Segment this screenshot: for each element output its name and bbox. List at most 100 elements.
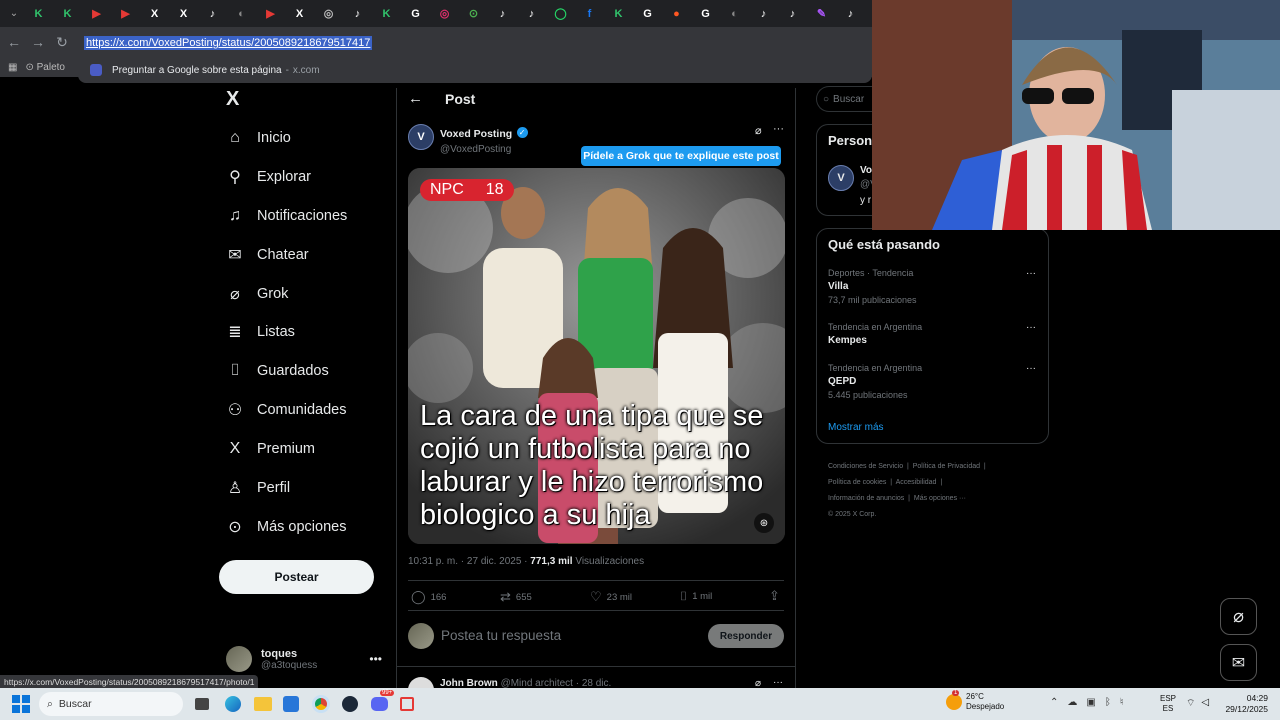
nav-item-perfil[interactable]: ♙ Perfil [226, 479, 290, 497]
forward-arrow-icon[interactable]: → [26, 30, 50, 54]
tray-bluetooth-icon[interactable]: ᛒ [1105, 697, 1111, 708]
footer-privacy[interactable]: Política de Privacidad [913, 463, 980, 470]
browser-tab-18[interactable]: ◯ [546, 4, 575, 24]
apps-grid-icon[interactable]: ▦ [8, 62, 17, 73]
reply-input[interactable]: Postea tu respuesta [441, 628, 561, 643]
browser-tab-3[interactable]: ▶ [111, 4, 140, 24]
nav-item-premium[interactable]: X Premium [226, 440, 315, 458]
post-more-icon[interactable]: ··· [773, 123, 784, 135]
account-switcher[interactable]: toques @a3toquess ••• [226, 644, 386, 674]
browser-tab-8[interactable]: ▶ [256, 4, 285, 24]
reply-button[interactable]: ◯ 166 [411, 589, 446, 605]
address-bar[interactable]: https://x.com/VoxedPosting/status/200508… [84, 33, 872, 53]
floating-grok-button[interactable]: ⌀ [1220, 598, 1257, 635]
network-volume[interactable]: ⌔ ◁ [1186, 697, 1209, 710]
nav-item-más-opciones[interactable]: ⊙ Más opciones [226, 518, 346, 536]
discord-icon[interactable]: 99+ [371, 690, 395, 711]
nav-item-inicio[interactable]: ⌂ Inicio [226, 129, 291, 147]
browser-tab-9[interactable]: X [285, 4, 314, 24]
file-explorer-icon[interactable] [254, 697, 272, 711]
nav-item-guardados[interactable]: ⌷ Guardados [226, 362, 329, 380]
post-image[interactable]: NPC 18 La cara de una tipa que se cojió … [408, 168, 785, 544]
trend-more-icon[interactable]: ··· [1026, 363, 1036, 374]
browser-tab-16[interactable]: ♪ [488, 4, 517, 24]
trend-more-icon[interactable]: ··· [1026, 268, 1036, 279]
tab-search-chevron-icon[interactable]: ⌄ [4, 4, 24, 24]
trend-item[interactable]: Tendencia en Argentina QEPD 5.445 publicac… [828, 363, 1038, 400]
post-author-handle[interactable]: @VoxedPosting [440, 144, 528, 155]
bookmark-paleto[interactable]: ⊙ Paleto [25, 62, 65, 73]
language-indicator[interactable]: ESP ES [1160, 694, 1176, 714]
nav-item-grok[interactable]: ⌀ Grok [226, 285, 288, 303]
browser-tab-4[interactable]: X [140, 4, 169, 24]
address-bar-url[interactable]: https://x.com/VoxedPosting/status/200508… [84, 36, 373, 50]
back-arrow-icon[interactable]: ← [2, 30, 26, 54]
browser-tab-12[interactable]: K [372, 4, 401, 24]
store-icon[interactable] [283, 696, 299, 712]
clock[interactable]: 04:29 29/12/2025 [1222, 693, 1268, 715]
nav-item-comunidades[interactable]: ⚇ Comunidades [226, 401, 347, 419]
browser-tab-17[interactable]: ♪ [517, 4, 546, 24]
floating-messages-button[interactable]: ✉ [1220, 644, 1257, 681]
windows-start-icon[interactable] [12, 695, 30, 713]
tray-app-icon[interactable]: ▣ [1086, 697, 1095, 708]
trend-item[interactable]: Deportes · Tendencia Villa 73,7 mil public… [828, 268, 1038, 305]
browser-tab-15[interactable]: ⊙ [459, 4, 488, 24]
browser-tab-23[interactable]: G [691, 4, 720, 24]
nav-item-chatear[interactable]: ✉ Chatear [226, 246, 308, 264]
grok-image-icon[interactable]: ⊛ [754, 513, 774, 533]
browser-tab-14[interactable]: ◎ [430, 4, 459, 24]
grok-icon[interactable]: ⌀ [755, 124, 762, 137]
tray-chevron-icon[interactable]: ⌃ [1050, 697, 1058, 708]
browser-tab-26[interactable]: ♪ [778, 4, 807, 24]
browser-tab-5[interactable]: X [169, 4, 198, 24]
x-logo-icon[interactable]: X [226, 88, 239, 111]
omnibox-suggestion[interactable]: Preguntar a Google sobre esta página - x… [78, 57, 872, 83]
footer-ads-info[interactable]: Información de anuncios [828, 495, 904, 502]
share-button[interactable]: ⇪ [769, 588, 780, 604]
tray-mic-icon[interactable]: ♮ [1120, 697, 1124, 708]
post-author-name[interactable]: Voxed Posting [440, 128, 512, 140]
show-more-link[interactable]: Mostrar más [828, 422, 884, 433]
browser-tab-22[interactable]: ● [662, 4, 691, 24]
next-reply-more-icon[interactable]: ··· [773, 677, 783, 688]
follow-suggestion-name[interactable]: Vo [860, 165, 872, 176]
browser-tab-7[interactable]: ◐ [227, 4, 256, 24]
chrome-icon[interactable] [312, 695, 330, 713]
tray-onedrive-icon[interactable]: ☁ [1067, 697, 1077, 708]
nav-item-notificaciones[interactable]: ♫ Notificaciones [226, 207, 347, 225]
weather-widget[interactable]: 1 26°C Despejado [946, 690, 1004, 712]
footer-cookies[interactable]: Política de cookies [828, 479, 886, 486]
nav-item-explorar[interactable]: ⚲ Explorar [226, 168, 311, 186]
post-author-avatar[interactable]: V [408, 124, 434, 150]
post-button[interactable]: Postear [219, 560, 374, 594]
footer-more[interactable]: Más opciones ··· [914, 495, 966, 502]
back-arrow-icon[interactable]: ← [408, 90, 423, 107]
footer-terms[interactable]: Condiciones de Servicio [828, 463, 903, 470]
browser-tab-24[interactable]: ◐ [720, 4, 749, 24]
trend-item[interactable]: Tendencia en Argentina Kempes ··· [828, 322, 1038, 349]
bookmark-button[interactable]: ⌷ 1 mil [680, 589, 712, 604]
browser-tab-13[interactable]: G [401, 4, 430, 24]
browser-tab-10[interactable]: ◎ [314, 4, 343, 24]
browser-tab-20[interactable]: K [604, 4, 633, 24]
browser-tab-21[interactable]: G [633, 4, 662, 24]
edge-icon[interactable] [225, 696, 241, 712]
browser-tab-11[interactable]: ♪ [343, 4, 372, 24]
snipping-tool-icon[interactable] [400, 697, 414, 711]
follow-suggestion-avatar[interactable]: V [828, 165, 854, 191]
reply-submit-button[interactable]: Responder [708, 624, 784, 648]
browser-tab-19[interactable]: f [575, 4, 604, 24]
repost-button[interactable]: ⇄ 655 [500, 589, 532, 605]
post-timestamp[interactable]: 10:31 p. m. · 27 dic. 2025 · [408, 556, 528, 567]
browser-tab-6[interactable]: ♪ [198, 4, 227, 24]
reload-icon[interactable]: ↻ [50, 30, 74, 54]
taskbar-search[interactable]: ⌕ Buscar [39, 692, 183, 716]
account-more-icon[interactable]: ••• [369, 652, 382, 666]
trend-more-icon[interactable]: ··· [1026, 322, 1036, 333]
browser-tab-1[interactable]: K [53, 4, 82, 24]
browser-tab-2[interactable]: ▶ [82, 4, 111, 24]
nav-item-listas[interactable]: ≣ Listas [226, 323, 295, 341]
browser-tab-28[interactable]: ♪ [836, 4, 865, 24]
taskview-icon[interactable] [195, 698, 209, 710]
